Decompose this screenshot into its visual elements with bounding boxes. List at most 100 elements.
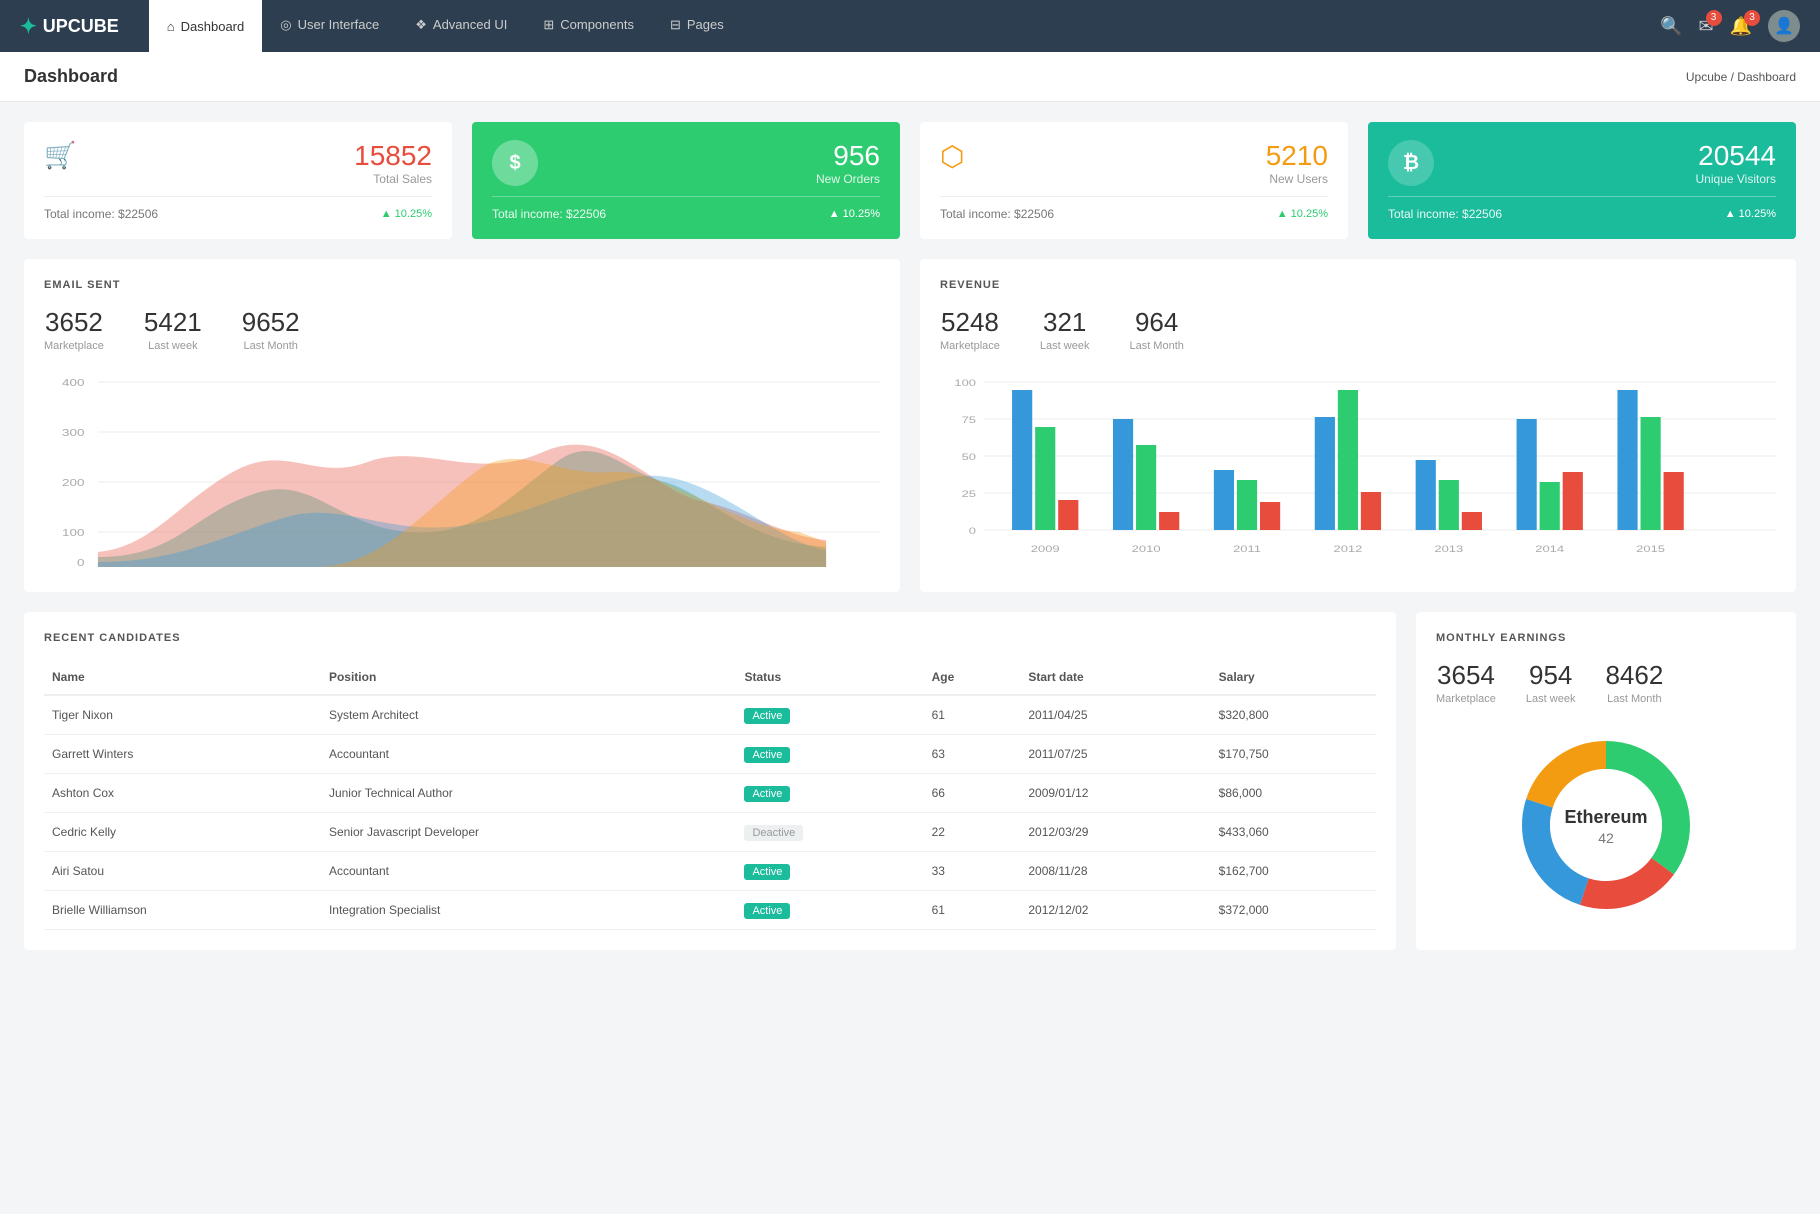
total-sales-label: Total Sales <box>354 172 432 186</box>
svg-text:200: 200 <box>62 477 85 489</box>
total-sales-income: Total income: $22506 <box>44 207 158 221</box>
email-lastweek-number: 5421 <box>144 307 202 338</box>
candidate-name: Ashton Cox <box>44 774 321 813</box>
bell-button[interactable]: 🔔 3 <box>1730 16 1752 37</box>
candidate-position: Junior Technical Author <box>321 774 737 813</box>
donut-chart: Ethereum 42 <box>1436 725 1776 925</box>
main-content: 🛒 15852 Total Sales Total income: $22506… <box>0 102 1820 970</box>
revenue-lastmonth-number: 964 <box>1129 307 1183 338</box>
new-users-label: New Users <box>1266 172 1328 186</box>
candidate-start: 2011/04/25 <box>1020 695 1210 735</box>
table-row: Tiger Nixon System Architect Active 61 2… <box>44 695 1376 735</box>
candidate-name: Tiger Nixon <box>44 695 321 735</box>
earnings-lastmonth-number: 8462 <box>1605 660 1663 691</box>
brand-logo[interactable]: ✦ UPCUBE <box>20 14 119 39</box>
stat-cards-row: 🛒 15852 Total Sales Total income: $22506… <box>24 122 1796 239</box>
earnings-lastweek-number: 954 <box>1526 660 1576 691</box>
email-lastmonth-number: 9652 <box>242 307 300 338</box>
email-marketplace-label: Marketplace <box>44 340 104 352</box>
candidate-start: 2008/11/28 <box>1020 852 1210 891</box>
revenue-marketplace-label: Marketplace <box>940 340 1000 352</box>
nav-item-dashboard[interactable]: ⌂ Dashboard <box>149 0 262 52</box>
mail-button[interactable]: ✉ 3 <box>1698 16 1713 37</box>
svg-text:42: 42 <box>1598 830 1614 846</box>
earnings-lastmonth: 8462 Last Month <box>1605 660 1663 705</box>
candidate-age: 22 <box>924 813 1021 852</box>
candidate-position: Senior Javascript Developer <box>321 813 737 852</box>
svg-text:2015: 2015 <box>1636 545 1665 555</box>
search-button[interactable]: 🔍 <box>1660 16 1682 37</box>
dashboard-icon: ⌂ <box>167 19 175 34</box>
nav-item-components[interactable]: ⊞ Components <box>525 0 652 52</box>
new-users-footer: Total income: $22506 ▲ 10.25% <box>940 196 1328 221</box>
new-orders-trend: ▲ 10.25% <box>829 208 880 220</box>
stat-card-unique-visitors: ₿ 20544 Unique Visitors Total income: $2… <box>1368 122 1796 239</box>
user-interface-icon: ◎ <box>280 17 291 33</box>
pages-icon: ⊟ <box>670 17 681 33</box>
table-row: Brielle Williamson Integration Specialis… <box>44 891 1376 930</box>
new-orders-label: New Orders <box>816 172 880 186</box>
candidate-age: 66 <box>924 774 1021 813</box>
email-marketplace-number: 3652 <box>44 307 104 338</box>
nav-item-user-interface[interactable]: ◎ User Interface <box>262 0 397 52</box>
total-sales-footer: Total income: $22506 ▲ 10.25% <box>44 196 432 221</box>
page-title: Dashboard <box>24 66 118 87</box>
table-row: Ashton Cox Junior Technical Author Activ… <box>44 774 1376 813</box>
components-icon: ⊞ <box>543 17 554 33</box>
candidate-salary: $320,800 <box>1211 695 1376 735</box>
revenue-stats: 5248 Marketplace 321 Last week 964 Last … <box>940 307 1776 352</box>
email-stat-lastweek: 5421 Last week <box>144 307 202 352</box>
candidate-name: Airi Satou <box>44 852 321 891</box>
candidate-start: 2009/01/12 <box>1020 774 1210 813</box>
brand-name: UPCUBE <box>43 16 119 37</box>
candidate-position: System Architect <box>321 695 737 735</box>
user-avatar[interactable]: 👤 <box>1768 10 1800 42</box>
candidates-card: RECENT CANDIDATES Name Position Status A… <box>24 612 1396 950</box>
new-users-number: 5210 <box>1266 140 1328 172</box>
candidate-salary: $162,700 <box>1211 852 1376 891</box>
stat-card-total-sales: 🛒 15852 Total Sales Total income: $22506… <box>24 122 452 239</box>
svg-text:300: 300 <box>62 427 85 439</box>
nav-items: ⌂ Dashboard ◎ User Interface ❖ Advanced … <box>149 0 1660 52</box>
candidate-name: Cedric Kelly <box>44 813 321 852</box>
bitcoin-icon: ₿ <box>1403 152 1419 175</box>
shopping-cart-icon: 🛒 <box>44 140 76 171</box>
nav-label-pages: Pages <box>687 17 724 32</box>
svg-text:2010: 2010 <box>1132 545 1161 555</box>
mail-badge: 3 <box>1706 10 1722 26</box>
earnings-lastweek: 954 Last week <box>1526 660 1576 705</box>
revenue-stat-lastmonth: 964 Last Month <box>1129 307 1183 352</box>
revenue-lastmonth-label: Last Month <box>1129 340 1183 352</box>
svg-text:0: 0 <box>77 557 85 569</box>
svg-text:100: 100 <box>62 527 85 539</box>
earnings-stats: 3654 Marketplace 954 Last week 8462 Last… <box>1436 660 1776 705</box>
new-users-income: Total income: $22506 <box>940 207 1054 221</box>
candidate-status: Active <box>736 695 923 735</box>
nav-label-dashboard: Dashboard <box>181 19 245 34</box>
revenue-marketplace-number: 5248 <box>940 307 1000 338</box>
candidate-salary: $170,750 <box>1211 735 1376 774</box>
earnings-card: MONTHLY EARNINGS 3654 Marketplace 954 La… <box>1416 612 1796 950</box>
table-row: Garrett Winters Accountant Active 63 201… <box>44 735 1376 774</box>
status-badge: Deactive <box>744 825 803 841</box>
nav-item-pages[interactable]: ⊟ Pages <box>652 0 742 52</box>
nav-item-advanced-ui[interactable]: ❖ Advanced UI <box>397 0 525 52</box>
status-badge: Active <box>744 708 790 724</box>
candidate-status: Active <box>736 891 923 930</box>
hexagon-icon: ⬡ <box>940 140 964 173</box>
candidate-salary: $433,060 <box>1211 813 1376 852</box>
candidate-name: Brielle Williamson <box>44 891 321 930</box>
email-sent-stats: 3652 Marketplace 5421 Last week 9652 Las… <box>44 307 880 352</box>
col-age: Age <box>924 660 1021 695</box>
revenue-lastweek-number: 321 <box>1040 307 1090 338</box>
earnings-marketplace: 3654 Marketplace <box>1436 660 1496 705</box>
svg-text:100: 100 <box>954 379 976 389</box>
svg-text:2009: 2009 <box>1031 545 1060 555</box>
candidate-salary: $86,000 <box>1211 774 1376 813</box>
breadcrumb: Upcube / Dashboard <box>1686 70 1796 84</box>
svg-text:0: 0 <box>969 527 976 537</box>
email-lastweek-label: Last week <box>144 340 202 352</box>
col-salary: Salary <box>1211 660 1376 695</box>
email-area-chart: 400 300 200 100 0 2007 2008 200 <box>44 372 880 572</box>
bell-badge: 3 <box>1744 10 1760 26</box>
